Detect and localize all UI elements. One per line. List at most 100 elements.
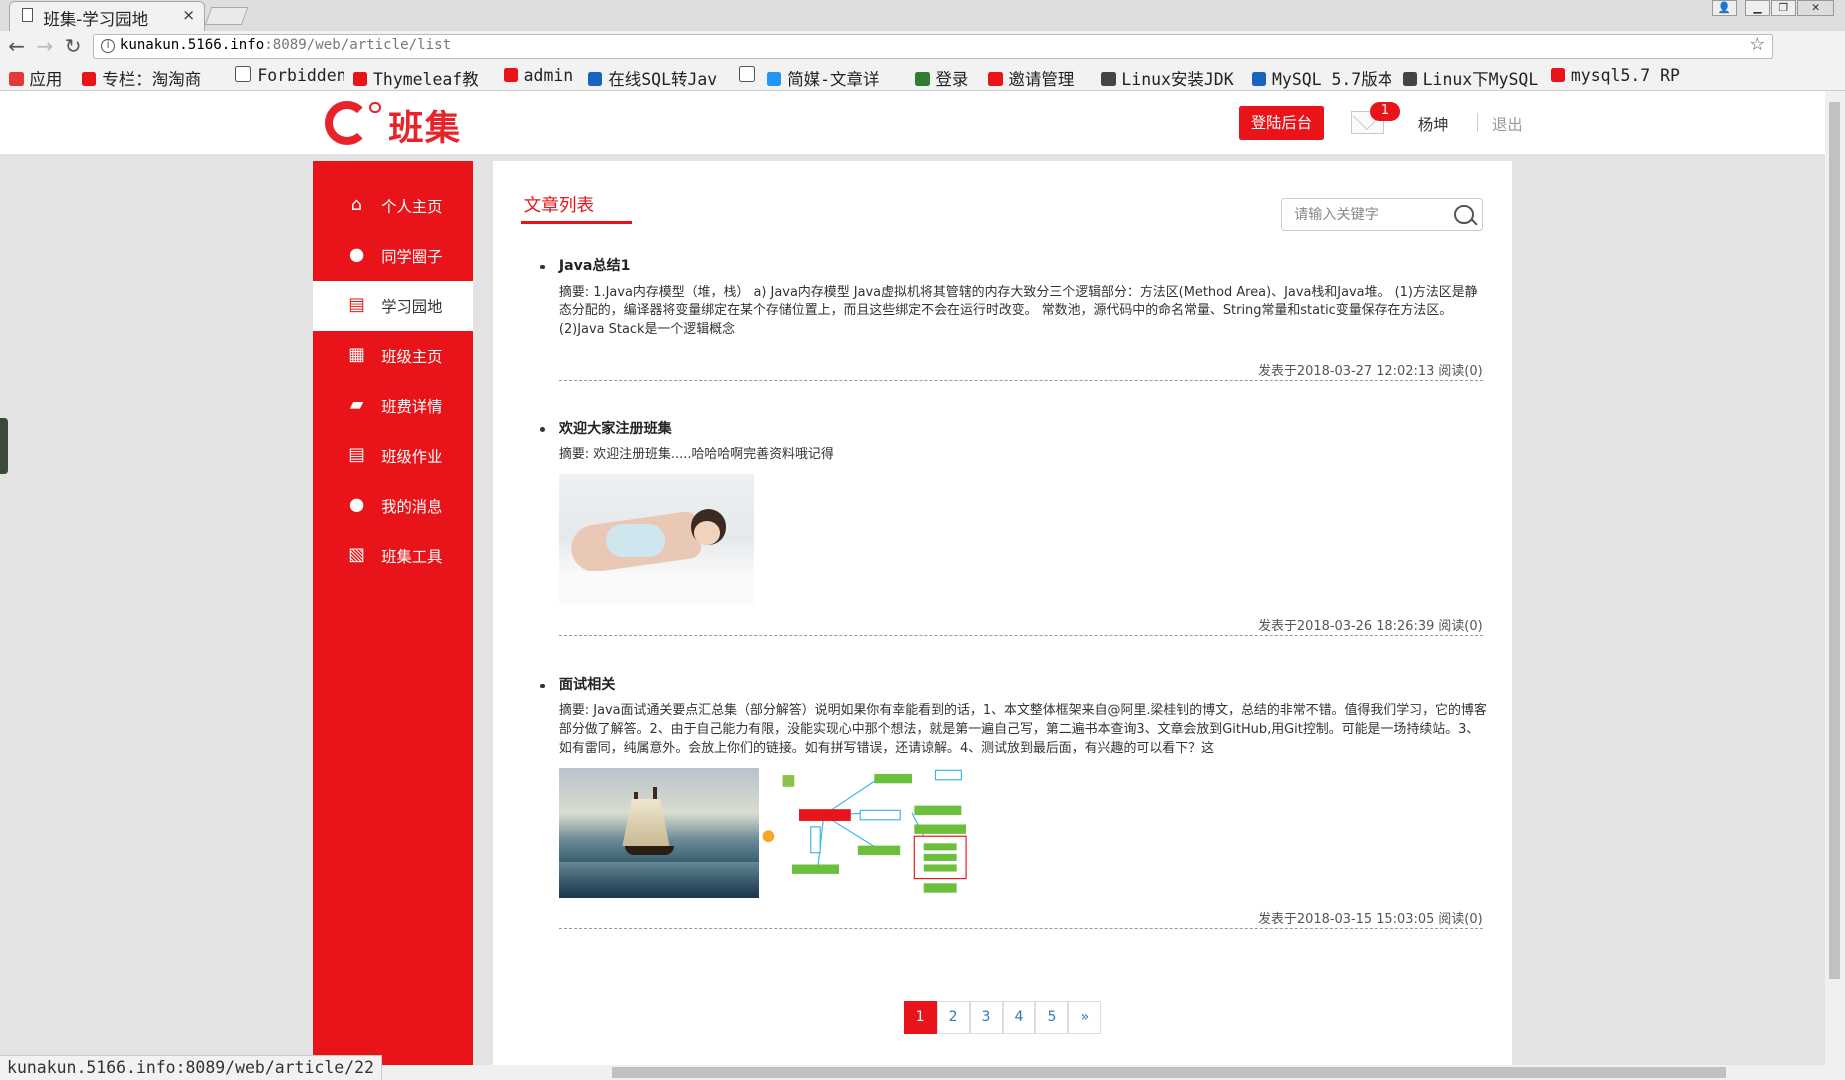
article-title[interactable]: 面试相关 — [559, 674, 615, 694]
logout-link[interactable]: 退出 — [1492, 113, 1523, 135]
side-handle[interactable] — [0, 417, 9, 475]
bookmark-label: Linux下MySQL — [1422, 69, 1539, 89]
bookmark-label: 应用 — [29, 69, 63, 89]
bookmark-label: Forbidden — [257, 65, 344, 85]
back-arrow-icon[interactable]: ← — [8, 34, 25, 58]
divider — [1476, 112, 1478, 132]
search-icon[interactable] — [1454, 204, 1474, 224]
browser-toolbar: ← → ↻ i kunakun.5166.info:8089/web/artic… — [0, 30, 1845, 86]
reload-icon[interactable]: ↻ — [65, 34, 82, 58]
status-bar-url: kunakun.5166.info:8089/web/article/22 — [0, 1055, 382, 1080]
article-item: Java总结1 摘要: 1.Java内存模型（堆，栈） a) Java内存模型 … — [540, 255, 1483, 384]
url-text: kunakun.5166.info:8089/web/article/list — [119, 37, 452, 54]
logo-dot — [369, 102, 381, 114]
sidebar-item-label: 班级主页 — [381, 348, 443, 367]
article-meta: 发表于2018-03-15 15:03:05 阅读(0) — [1258, 912, 1483, 928]
article-summary: 摘要: 欢迎注册班集.....哈哈哈啊完善资料哦记得 — [558, 446, 834, 462]
bookmark-star-icon[interactable]: ☆ — [1749, 35, 1765, 55]
sidebar-item[interactable]: ▤ 班级作业 — [313, 431, 473, 480]
vertical-scrollbar[interactable] — [1825, 90, 1845, 1065]
browser-tab[interactable]: 班集-学习园地 × — [9, 1, 205, 31]
scrollbar-thumb[interactable] — [1828, 102, 1841, 979]
scrollbar-thumb[interactable] — [611, 1067, 1727, 1078]
bookmark-label: 邀请管理 — [1008, 69, 1075, 89]
page-button[interactable]: 1 — [903, 1001, 937, 1035]
page-icon — [235, 65, 252, 83]
bookmark-item[interactable]: Thymeleaf教 — [353, 66, 492, 90]
ship-painting-thumbnail[interactable] — [558, 768, 763, 898]
page-button[interactable]: 3 — [969, 1001, 1003, 1035]
jm-icon — [767, 71, 782, 87]
minimize-button[interactable]: ▁ — [1745, 0, 1770, 17]
sidebar-item-label: 我的消息 — [381, 498, 443, 517]
bookmark-item[interactable]: Forbidden — [235, 65, 344, 85]
new-tab-button[interactable] — [204, 7, 249, 26]
sidebar-item[interactable]: ▦ 班级主页 — [313, 331, 473, 380]
next-page-button[interactable]: » — [1068, 1001, 1102, 1035]
apps-icon — [9, 71, 24, 87]
chat-icon: ● — [348, 495, 365, 516]
article-list-panel: 文章列表 Java总结1 摘要: 1.Java内存模型（堆，栈） a) Java… — [493, 161, 1513, 1065]
sidebar-item[interactable]: ▤ 学习园地 — [313, 281, 474, 331]
browser-tab-strip: 班集-学习园地 × 👤 ▁ ❐ ✕ — [0, 0, 1845, 31]
bookmark-label: mysql5.7 RPM — [1570, 65, 1681, 85]
bookmark-label: admin — [523, 65, 574, 85]
page-button[interactable]: 4 — [1002, 1001, 1036, 1035]
bookmark-item[interactable] — [738, 65, 756, 85]
page-button[interactable]: 5 — [1035, 1001, 1069, 1035]
admin-login-button[interactable]: 登陆后台 — [1239, 105, 1324, 140]
home-icon: ⌂ — [350, 195, 363, 216]
tab-title: 班集-学习园地 — [43, 9, 149, 29]
bookmark-item[interactable]: 在线SQL转Jav — [588, 66, 727, 90]
bookmark-label: 在线SQL转Jav — [608, 69, 718, 89]
divider — [558, 928, 1483, 930]
page-icon — [22, 8, 33, 23]
file-icon: ▤ — [348, 445, 365, 466]
sidebar-item[interactable]: ● 同学圈子 — [313, 231, 473, 280]
csdn-icon — [353, 71, 368, 87]
bookmark-item[interactable]: mysql5.7 RPM — [1550, 65, 1681, 85]
article-title[interactable]: Java总结1 — [559, 255, 631, 275]
article-summary: 摘要: Java面试通关要点汇总集（部分解答）说明如果你有幸能看到的话，1、本文… — [558, 703, 1487, 757]
search-input[interactable] — [1291, 203, 1450, 227]
username[interactable]: 杨坤 — [1418, 113, 1449, 135]
page-button[interactable]: 2 — [936, 1001, 970, 1035]
article-summary: 摘要: 1.Java内存模型（堆，栈） a) Java内存模型 Java虚拟机将… — [558, 284, 1478, 338]
bookmark-item[interactable]: Linux下MySQL — [1402, 66, 1542, 90]
logo-text[interactable]: 班集 — [388, 100, 461, 151]
green-icon — [915, 71, 930, 87]
sidebar-item[interactable]: ▧ 班集工具 — [313, 531, 473, 580]
tab-close-button[interactable]: × — [182, 6, 195, 24]
article-thumbnail[interactable] — [558, 474, 755, 604]
bookmark-item[interactable]: admin — [503, 65, 579, 85]
wallet-icon: ▰ — [349, 395, 364, 416]
bookmark-item[interactable]: Linux安装JDK — [1101, 66, 1240, 90]
sidebar-item[interactable]: ▰ 班费详情 — [313, 381, 473, 430]
bookmark-item[interactable]: 简媒-文章详 — [767, 66, 896, 90]
sidebar-item[interactable]: ⌂ 个人主页 — [313, 181, 473, 230]
logo-icon[interactable] — [324, 101, 369, 146]
close-window-button[interactable]: ✕ — [1796, 0, 1835, 17]
info-icon[interactable]: i — [101, 38, 116, 53]
mysql-icon — [1252, 71, 1267, 87]
jm-icon — [988, 71, 1003, 87]
bookmark-label: 简媒-文章详 — [787, 69, 880, 89]
bookmark-item[interactable]: 应用 — [9, 66, 74, 90]
bookmark-item[interactable]: MySQL 5.7版本 — [1252, 66, 1391, 90]
article-title[interactable]: 欢迎大家注册班集 — [559, 418, 672, 438]
bookmark-label: Thymeleaf教 — [372, 69, 479, 89]
sidebar-item-label: 班集工具 — [381, 548, 443, 567]
csdn-icon — [1550, 67, 1565, 83]
diagram-thumbnail[interactable] — [758, 768, 971, 898]
sidebar-item[interactable]: ● 我的消息 — [313, 481, 473, 530]
address-bar[interactable]: i kunakun.5166.info:8089/web/article/lis… — [92, 34, 1774, 59]
page-title: 文章列表 — [523, 195, 595, 216]
sidebar-item-label: 班费详情 — [381, 398, 443, 417]
forward-arrow-icon[interactable]: → — [36, 34, 53, 58]
bookmark-item[interactable]: 邀请管理 — [988, 66, 1094, 90]
user-icon[interactable]: 👤 — [1712, 0, 1737, 17]
bookmark-item[interactable]: 登录 — [915, 66, 980, 90]
restore-button[interactable]: ❐ — [1770, 0, 1796, 17]
bookmark-item[interactable]: 专栏：淘淘商 — [82, 66, 221, 90]
document-icon: ▤ — [348, 295, 365, 316]
